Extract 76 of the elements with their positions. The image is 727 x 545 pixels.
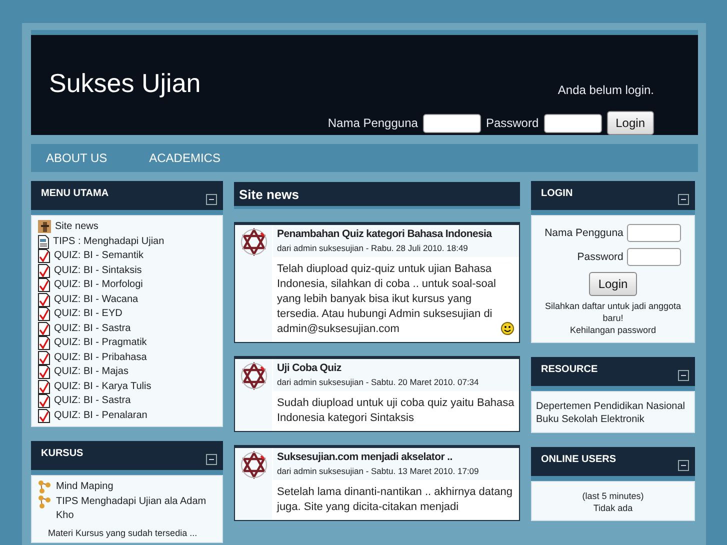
checklist-icon [38,264,50,278]
post-text: Telah diupload quiz-quiz untuk ujian Bahasa Indonesia, silahkan di coba .. untuk soal-soal yang lebih banyak bisa ikut kursus yang tersedia. Atau hubungi Admin suksesujian di admin@suksesujian.com [277,262,497,337]
menu-link[interactable]: QUIZ: BI - EYD [54,307,122,322]
post-title: Uji Coba Quiz [277,362,342,375]
checklist-icon [38,408,50,422]
checklist-icon [38,249,50,263]
post-meta: dari admin suksesujian - Sabtu. 13 Maret 2010. 17:09 [277,466,480,477]
menu-link[interactable]: QUIZ: BI - Sastra [54,322,131,336]
menu-link[interactable]: TIPS Menghadapi Ujian ala Adam Kho [56,494,218,524]
menu-link[interactable]: QUIZ: BI - Pribahasa [54,350,147,365]
block-title: KURSUS [41,448,84,459]
checklist-icon [38,322,50,336]
login-button[interactable]: Login [606,111,654,135]
nav-link[interactable]: ABOUT US [46,151,108,165]
menu-link[interactable]: QUIZ: BI - Karya Tulis [54,380,152,394]
menu-link[interactable]: QUIZ: BI - Majas [54,365,128,380]
post-meta: dari admin suksesujian - Rabu. 28 Juli 2010. 18:49 [277,243,469,254]
collapse-icon[interactable] [678,460,689,471]
checklist-icon [38,365,50,379]
menu-link[interactable]: Mind Maping [56,480,114,494]
post-meta: dari admin suksesujian - Sabtu. 20 Maret 2010. 07:34 [277,377,480,388]
menu-link[interactable]: Site news [55,220,98,234]
star-emblem-icon [240,228,268,256]
block-title: ONLINE USERS [541,454,616,465]
password-field[interactable] [544,114,602,132]
username-field[interactable] [627,224,682,242]
block-title: RESOURCE [541,364,598,375]
document-icon [38,234,49,248]
courses-link[interactable]: Materi Kursus yang sudah tersedia ... [48,528,218,538]
post-title: Penambahan Quiz kategori Bahasa Indonesia [277,228,493,241]
smiley-icon [501,322,515,335]
checklist-icon [38,278,50,292]
block-title: LOGIN [541,188,573,199]
checklist-icon [38,380,50,394]
password-label: Password [577,251,624,263]
username-label: Nama Pengguna [544,227,624,239]
star-emblem-icon [240,451,268,479]
post-title: Suksesujian.com menjadi akselator .. [277,451,454,464]
password-label: Password [486,116,539,130]
password-field[interactable] [627,248,682,266]
site-title: Sukses Ujian [48,67,201,100]
nav-link[interactable]: ACADEMICS [149,151,220,165]
collapse-icon[interactable] [206,194,217,205]
menu-link[interactable]: QUIZ: BI - Penalaran [54,408,148,423]
collapse-icon[interactable] [678,194,689,205]
checklist-icon [38,307,50,321]
collapse-icon[interactable] [206,454,217,465]
menu-link[interactable]: QUIZ: BI - Semantik [54,249,144,264]
star-emblem-icon [240,362,268,390]
username-label: Nama Pengguna [328,116,418,130]
checklist-icon [38,292,50,306]
signup-link[interactable]: Silahkan daftar untuk jadi anggota baru! [536,300,690,324]
menu-link[interactable]: QUIZ: BI - Pragmatik [54,336,147,350]
menu-link[interactable]: QUIZ: BI - Sintaksis [54,264,142,278]
post-text: Setelah lama dinanti-nantikan .. akhirnya datang juga. Site yang dicita-citakan menjadi [277,485,514,515]
login-button[interactable]: Login [589,272,637,296]
checklist-icon [38,336,50,350]
checklist-icon [38,350,50,364]
block-title: MENU UTAMA [41,188,109,199]
login-status: Anda belum login. [558,83,654,97]
nodes-icon [38,480,52,494]
menu-link[interactable]: QUIZ: BI - Morfologi [54,278,143,292]
section-title: Site news [239,186,299,202]
online-text: (last 5 minutes) [582,490,644,502]
online-text: Tidak ada [593,502,633,514]
checklist-icon [38,394,50,408]
resource-link[interactable]: Buku Sekolah Elektronik [536,413,644,426]
nodes-icon [38,494,52,508]
resource-link[interactable]: Depertemen Pendidikan Nasional [536,400,685,413]
forgot-password-link[interactable]: Kehilangan password [570,324,656,336]
username-field[interactable] [422,114,481,132]
menu-link[interactable]: TIPS : Menghadapi Ujian [53,234,164,249]
menu-link[interactable]: QUIZ: BI - Wacana [54,292,138,307]
post-text: Sudah diupload untuk uji coba quiz yaitu Bahasa Indonesia kategori Sintaksis [277,396,515,426]
collapse-icon[interactable] [678,370,689,381]
menu-link[interactable]: QUIZ: BI - Sastra [54,394,131,408]
